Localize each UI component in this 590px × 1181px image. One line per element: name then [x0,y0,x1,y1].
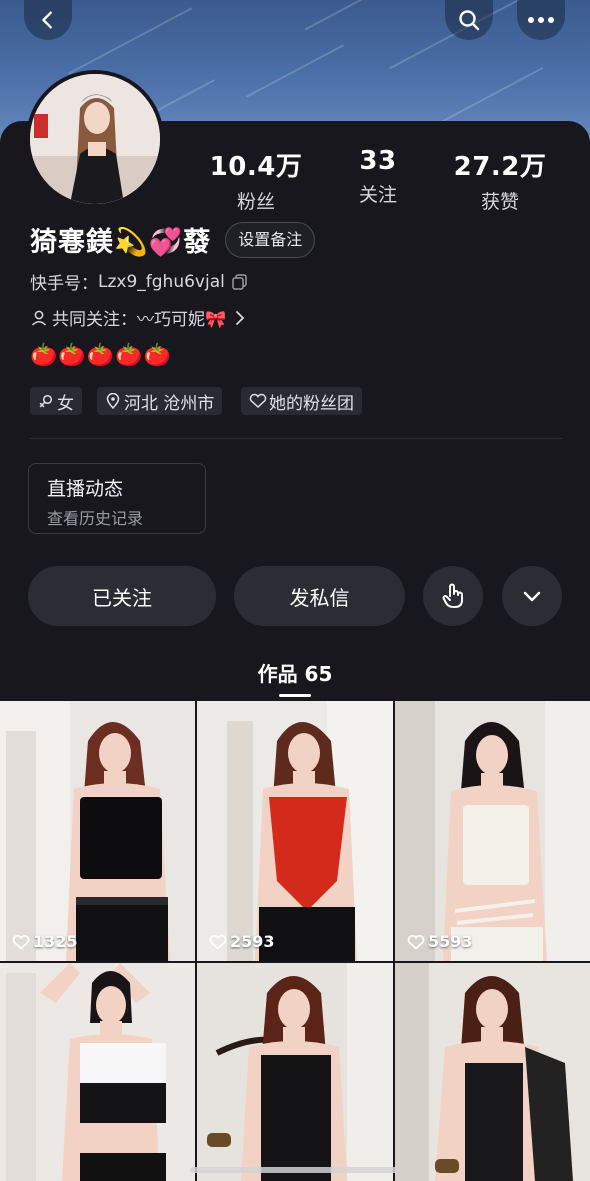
followed-button[interactable]: 已关注 [28,566,216,626]
fan-club-label: 她的粉丝团 [269,393,354,414]
home-indicator [190,1167,400,1173]
mutual-label: 共同关注： [52,310,137,330]
live-history-card[interactable]: 直播动态 查看历史记录 [28,463,206,534]
kuaishou-id: 快手号： Lzx9_fghu6vjal [30,269,249,294]
stat-following[interactable]: 33 关注 [313,146,443,207]
message-button[interactable]: 发私信 [234,566,405,626]
mutual-value: 〰巧可妮🎀 [137,310,227,330]
work-thumb[interactable] [395,963,590,1181]
profile-name: 猗寋鎂💫💞蕟 [30,227,212,258]
gender-tag: 女 [30,387,82,415]
stat-label: 关注 [358,184,397,206]
divider [30,438,562,439]
like-count: 1325 [12,932,78,951]
search-icon [459,10,480,31]
tab-indicator [279,694,311,697]
name-row: 猗寋鎂💫💞蕟 设置备注 [30,220,316,259]
chevron-right-icon [236,310,245,325]
emoji-row: 🍅🍅🍅🍅🍅 [30,343,172,368]
heart-outline-icon [12,934,30,950]
work-thumb[interactable]: 1325 [0,701,195,961]
work-thumb[interactable] [197,963,393,1181]
location-label: 河北 沧州市 [124,393,215,414]
expand-button[interactable] [502,566,562,626]
id-label: 快手号： [30,274,98,294]
avatar-image [30,74,160,204]
works-grid: 1325 2593 5593 [0,701,590,1181]
female-icon [39,394,53,408]
stat-likes[interactable]: 27.2万 获赞 [435,146,565,214]
heart-badge-icon [249,393,267,409]
like-count-value: 5593 [428,932,473,951]
gender-label: 女 [57,393,74,414]
location-pin-icon [106,393,120,409]
fan-club-tag[interactable]: 她的粉丝团 [241,387,362,415]
heart-outline-icon [407,934,425,950]
live-subtitle: 查看历史记录 [47,509,144,528]
stat-value: 33 [359,146,397,176]
stat-label: 粉丝 [236,191,275,213]
more-dots-icon [528,17,554,23]
id-value: Lzx9_fghu6vjal [98,271,225,292]
set-remark-button[interactable]: 设置备注 [225,221,316,258]
work-thumb[interactable]: 2593 [197,701,393,961]
like-count-value: 2593 [230,932,275,951]
like-count-value: 1325 [33,932,78,951]
stat-value: 27.2万 [453,152,547,182]
copy-icon[interactable] [231,273,249,291]
stat-value: 10.4万 [209,152,303,182]
work-thumb[interactable]: 5593 [395,701,590,961]
heart-outline-icon [209,934,227,950]
chevron-left-icon [42,11,52,29]
stat-followers[interactable]: 10.4万 粉丝 [191,146,321,214]
person-icon [31,310,47,326]
chevron-down-icon [523,591,541,602]
poke-button[interactable] [423,566,483,626]
work-thumb[interactable] [0,963,195,1181]
mutual-follow-row[interactable]: 共同关注： 〰巧可妮🎀 [30,305,248,330]
like-count: 5593 [407,932,473,951]
avatar[interactable] [26,70,164,208]
like-count: 2593 [209,932,275,951]
location-tag: 河北 沧州市 [97,387,223,415]
stat-label: 获赞 [480,191,519,213]
live-title: 直播动态 [47,478,124,500]
tab-works[interactable]: 作品 65 [0,658,590,687]
hand-pointer-icon [442,583,463,608]
